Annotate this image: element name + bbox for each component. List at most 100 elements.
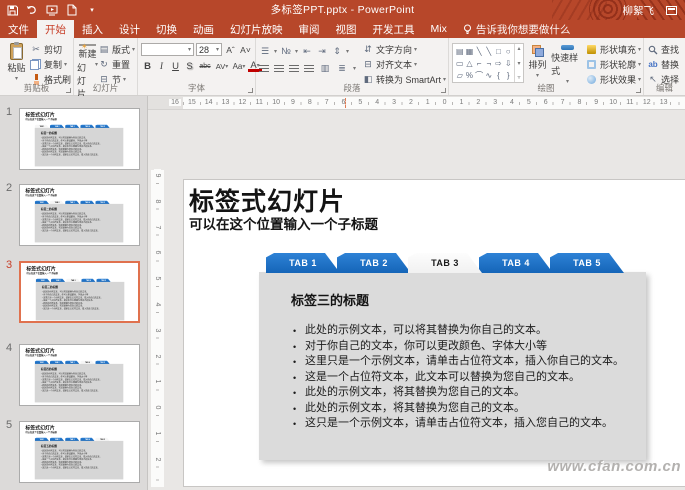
slide-thumbnail-3[interactable]: 标签式幻灯片可以在这个位置输入一个子标题TAB 1TAB 2TAB 3TAB 4… [19,261,140,323]
ribbon-display-options-icon[interactable] [666,6,677,15]
align-center-icon[interactable] [274,65,284,73]
shape-glyph-icon[interactable]: ▱ [455,69,465,81]
vertical-ruler[interactable]: 987654321012 [151,112,164,490]
shapes-scroll-arrow-icon[interactable]: ▾ [518,60,521,67]
copy-button[interactable]: 复制▾ [30,58,71,71]
shape-glyph-icon[interactable]: ▤ [455,45,465,57]
customize-qat-icon[interactable]: ▾ [86,4,98,16]
drawing-dialog-launcher-icon[interactable] [636,88,641,93]
shrink-font-button[interactable]: A˅ [239,43,252,56]
slide-tab-4[interactable]: TAB 4 [479,253,553,273]
italic-button[interactable]: I [155,60,168,73]
shapes-gallery-scroll[interactable]: ▴ ▾ ▿ [514,44,523,82]
bullet-list[interactable]: •此处的示例文本，可以将其替换为你自己的文本。•对于你自己的文本，你可以更改颜色… [293,323,624,432]
shape-glyph-icon[interactable]: { [494,69,504,81]
horizontal-ruler[interactable]: 1615141312111098765432101234567891011121… [148,96,685,110]
slide-subtitle[interactable]: 可以在这个位置输入一个子标题 [189,213,378,233]
underline-button[interactable]: U [169,60,182,73]
align-right-icon[interactable] [289,65,299,73]
cut-button[interactable]: ✂剪切 [30,43,71,56]
arrange-button[interactable]: 排列 ▾ [524,41,551,85]
slide-tab-5[interactable]: TAB 5 [550,253,624,273]
increase-indent-icon[interactable]: ⇥ [316,46,328,57]
ribbon-tab-开始[interactable]: 开始 [37,20,74,38]
change-case-button[interactable]: Aa▾ [231,60,247,73]
shape-glyph-icon[interactable]: ╲ [484,45,494,57]
ribbon-tab-幻灯片放映[interactable]: 幻灯片放映 [222,20,291,38]
user-name[interactable]: 柳絮飞 [623,3,655,18]
line-spacing-icon[interactable]: ⇕ [331,46,343,57]
font-dialog-launcher-icon[interactable] [248,88,253,93]
replace-button[interactable]: ab 替换 [647,58,679,71]
shape-glyph-icon[interactable]: △ [465,57,475,69]
text-direction-button[interactable]: ⇵文字方向▾ [362,43,446,56]
shapes-scroll-arrow-icon[interactable]: ▿ [518,74,521,81]
numbering-icon[interactable]: № [280,46,292,57]
ribbon-tab-审阅[interactable]: 审阅 [291,20,328,38]
shape-glyph-icon[interactable]: ⌐ [474,57,484,69]
bullets-icon[interactable]: ☰ [259,46,271,57]
layout-button[interactable]: ▤版式▾ [98,43,135,56]
ribbon-tab-插入[interactable]: 插入 [74,20,111,38]
paragraph-dialog-launcher-icon[interactable] [441,88,446,93]
tab-panel-heading[interactable]: 标签三的标题 [291,290,369,309]
slide-thumbnail-5[interactable]: 标签式幻灯片可以在这个位置输入一个子标题TAB 1TAB 2TAB 3TAB 4… [19,421,140,483]
slide-thumbnail-2[interactable]: 标签式幻灯片可以在这个位置输入一个子标题TAB 1TAB 2TAB 3TAB 4… [19,184,140,246]
ribbon-tab-Mix[interactable]: Mix [423,20,455,38]
slide-thumbnail-4[interactable]: 标签式幻灯片可以在这个位置输入一个子标题TAB 1TAB 2TAB 3TAB 4… [19,344,140,406]
font-size-combo[interactable]: 28▾ [196,43,222,56]
tab-content-panel[interactable]: 标签三的标题 •此处的示例文本，可以将其替换为你自己的文本。•对于你自己的文本，… [259,272,646,460]
shape-glyph-icon[interactable]: ⌒ [474,69,484,81]
find-button[interactable]: 查找 [647,43,679,56]
slideshow-from-start-icon[interactable] [46,4,58,16]
shapes-gallery[interactable]: ▤▦╲╲□○▭△⌐¬⇨⇩▱%⌒∿{}▴▾▿ [452,43,524,83]
columns-icon[interactable]: ▥ [319,63,331,74]
slide-thumbnail-1[interactable]: 标签式幻灯片可以在这个位置输入一个子标题TAB 1TAB 2TAB 3TAB 4… [19,108,140,170]
paste-button[interactable]: 粘贴 ▾ [3,41,30,85]
shape-glyph-icon[interactable]: ∿ [484,69,494,81]
align-text-button[interactable]: ⊟对齐文本▾ [362,58,446,71]
shape-glyph-icon[interactable]: % [465,69,475,81]
ribbon-tab-动画[interactable]: 动画 [185,20,222,38]
save-icon[interactable] [6,4,18,16]
ribbon-tab-文件[interactable]: 文件 [0,20,37,38]
shape-glyph-icon[interactable]: ⇩ [503,57,513,69]
bold-button[interactable]: B [141,60,154,73]
shape-glyph-icon[interactable]: ⇨ [494,57,504,69]
slide-tab-1[interactable]: TAB 1 [266,253,340,273]
list-level-icon[interactable]: ≣ [336,63,348,74]
shape-outline-button[interactable]: 形状轮廓▾ [586,58,641,71]
shape-glyph-icon[interactable]: } [503,69,513,81]
slide-tab-2[interactable]: TAB 2 [337,253,411,273]
bullet-dot: • [293,370,305,386]
shape-glyph-icon[interactable]: ▦ [465,45,475,57]
strikethrough-button[interactable]: abc [197,60,213,73]
align-left-icon[interactable] [259,65,269,73]
text-shadow-button[interactable]: S [183,60,196,73]
ribbon-tab-开发工具[interactable]: 开发工具 [365,20,423,38]
new-slide-button[interactable]: 新建 幻灯片▾ [77,41,98,85]
ribbon-tab-切换[interactable]: 切换 [148,20,185,38]
reset-button[interactable]: ↻重置 [98,58,135,71]
slide-canvas[interactable]: 标签式幻灯片 可以在这个位置输入一个子标题 TAB 1TAB 2TAB 3TAB… [183,179,685,487]
character-spacing-button[interactable]: AV▾ [214,60,230,73]
justify-icon[interactable] [304,65,314,73]
tell-me-box[interactable]: 告诉我你想要做什么 [455,20,579,38]
ribbon-tab-设计[interactable]: 设计 [111,20,148,38]
shape-glyph-icon[interactable]: ○ [503,45,513,57]
shape-glyph-icon[interactable]: ¬ [484,57,494,69]
clipboard-dialog-launcher-icon[interactable] [66,88,71,93]
shape-fill-button[interactable]: 形状填充▾ [586,43,641,56]
shape-glyph-icon[interactable]: ╲ [474,45,484,57]
ribbon-tab-视图[interactable]: 视图 [328,20,365,38]
slide-tab-3[interactable]: TAB 3 [408,253,482,273]
shape-glyph-icon[interactable]: □ [494,45,504,57]
font-name-combo[interactable]: ▾ [141,43,194,56]
shape-glyph-icon[interactable]: ▭ [455,57,465,69]
new-file-icon[interactable] [66,4,78,16]
undo-icon[interactable] [26,4,38,16]
shapes-scroll-arrow-icon[interactable]: ▴ [518,45,521,52]
decrease-indent-icon[interactable]: ⇤ [301,46,313,57]
grow-font-button[interactable]: Aˆ [224,43,237,56]
quick-styles-button[interactable]: 快速样式 ▾ [551,41,584,85]
